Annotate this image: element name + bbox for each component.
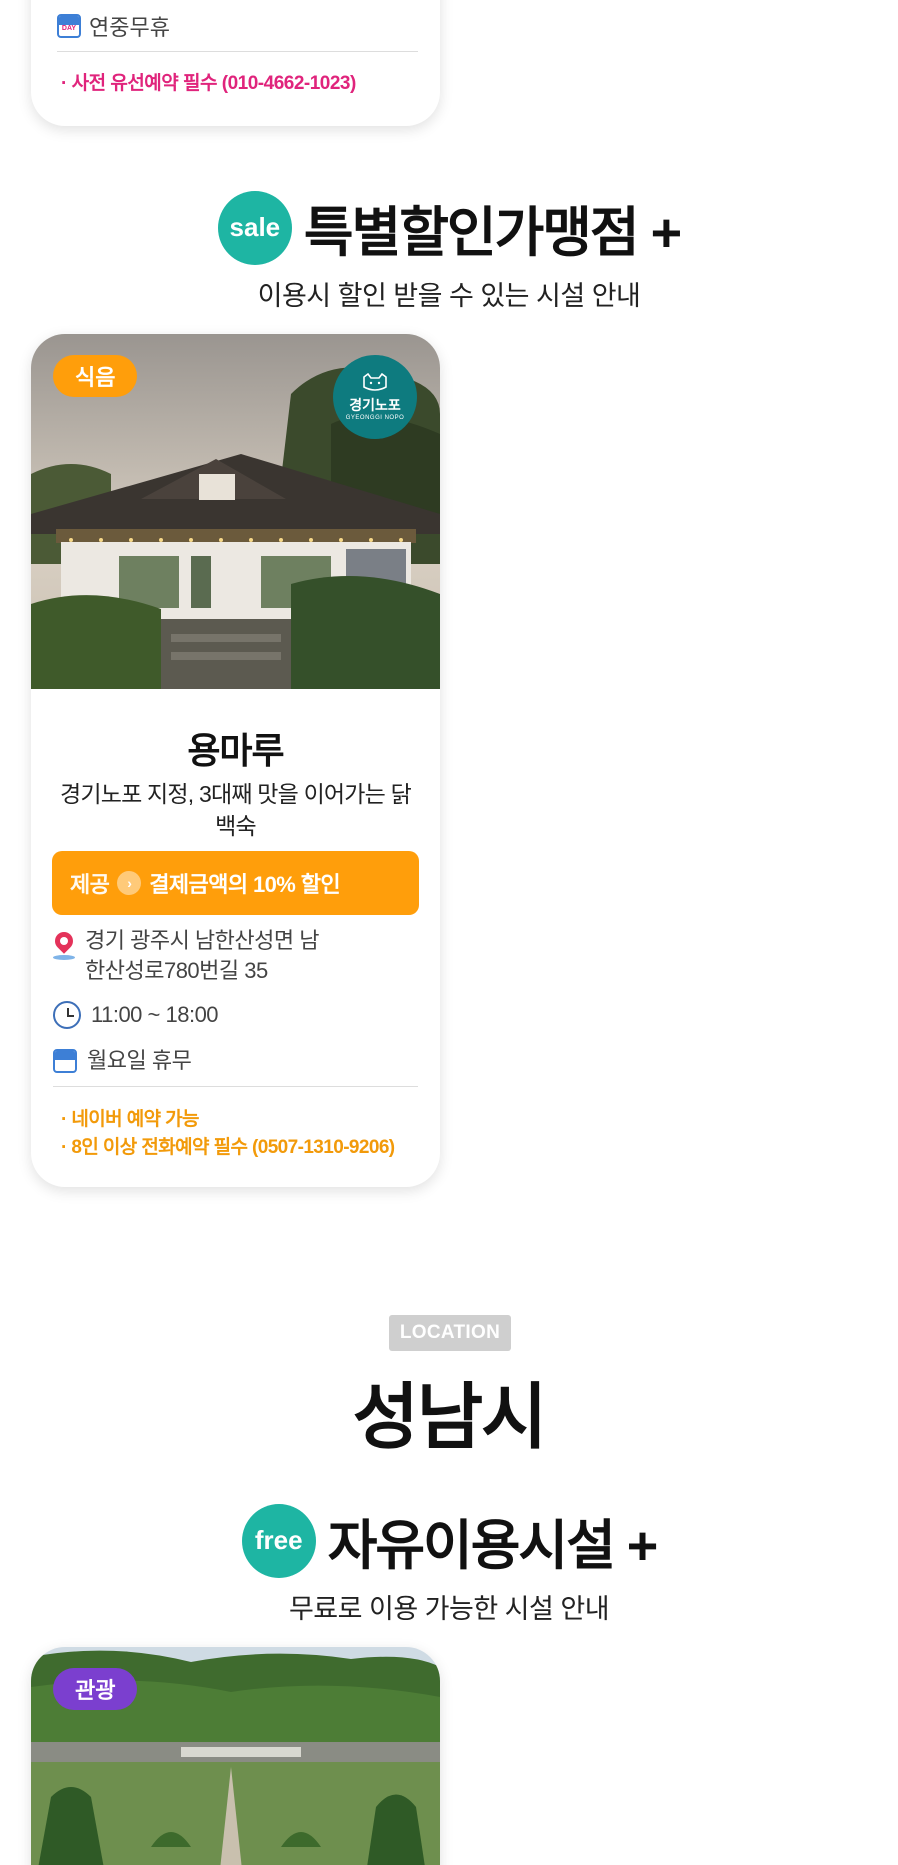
closed-text: 월요일 휴무 [87,1048,192,1073]
discount-offer-bar: 제공 › 결제금액의 10% 할인 [52,851,419,915]
naver-reservation-note: · 네이버 예약 가능 [61,1109,200,1130]
hours-text: 11:00 ~ 18:00 [91,1002,219,1027]
address-row: 경기 광주시 남한산성면 남한산성로780번길 35 [53,926,333,986]
gyeonggi-nopo-logo: 경기노포 GYEONGGI NOPO [333,355,417,439]
facility-photo: 관광 [31,1647,440,1865]
calendar-icon [53,1049,77,1073]
reservation-note: · 사전 유선예약 필수 (010-4662-1023) [61,73,356,94]
holiday-row: 연중무휴 [57,10,170,42]
holiday-text: 연중무휴 [89,15,170,40]
divider [53,1086,418,1087]
hours-row: 11:00 ~ 18:00 [53,1000,219,1030]
phone-reservation-note: · 8인 이상 전화예약 필수 (0507-1310-9206) [61,1137,395,1158]
prev-facility-card: 연중무휴 · 사전 유선예약 필수 (010-4662-1023) [31,0,440,126]
sale-title[interactable]: 특별할인가맹점 + [304,188,682,267]
free-facility-card[interactable]: 관광 [31,1647,440,1865]
shop-description: 경기노포 지정, 3대째 맛을 이어가는 닭백숙 [60,781,412,839]
calendar-icon [57,14,81,38]
logo-en: GYEONGGI NOPO [345,415,405,421]
sale-badge: sale [217,190,292,265]
shop-name: 용마루 [187,730,284,771]
cat-face-icon [363,373,387,391]
closed-row: 월요일 휴무 [53,1046,192,1076]
sale-section-title: sale 특별할인가맹점 + [0,188,898,267]
free-subtitle: 무료로 이용 가능한 시설 안내 [288,1594,610,1624]
location-tag: LOCATION [389,1315,511,1351]
city-title: 성남시 [352,1378,548,1458]
clock-icon [53,1001,81,1029]
facility-photo: 식음 경기노포 GYEONGGI NOPO [31,334,440,689]
sale-facility-card[interactable]: 식음 경기노포 GYEONGGI NOPO 용마루 경기노포 지정, 3대째 맛… [31,334,440,1187]
logo-name: 경기노포 [349,397,401,413]
chevron-right-icon: › [117,871,142,895]
offer-label: 제공 [70,872,110,897]
location-pin-icon [53,932,75,960]
free-section-title: free 자유이용시설 + [0,1501,898,1580]
category-pill: 식음 [53,355,138,397]
category-pill: 관광 [53,1668,138,1710]
offer-text: 결제금액의 10% 할인 [149,872,341,897]
sale-subtitle: 이용시 할인 받을 수 있는 시설 안내 [257,281,641,311]
address-text: 경기 광주시 남한산성면 남한산성로780번길 35 [85,928,319,983]
divider [57,51,418,52]
free-badge: free [241,1503,316,1578]
free-title[interactable]: 자유이용시설 + [328,1501,659,1580]
